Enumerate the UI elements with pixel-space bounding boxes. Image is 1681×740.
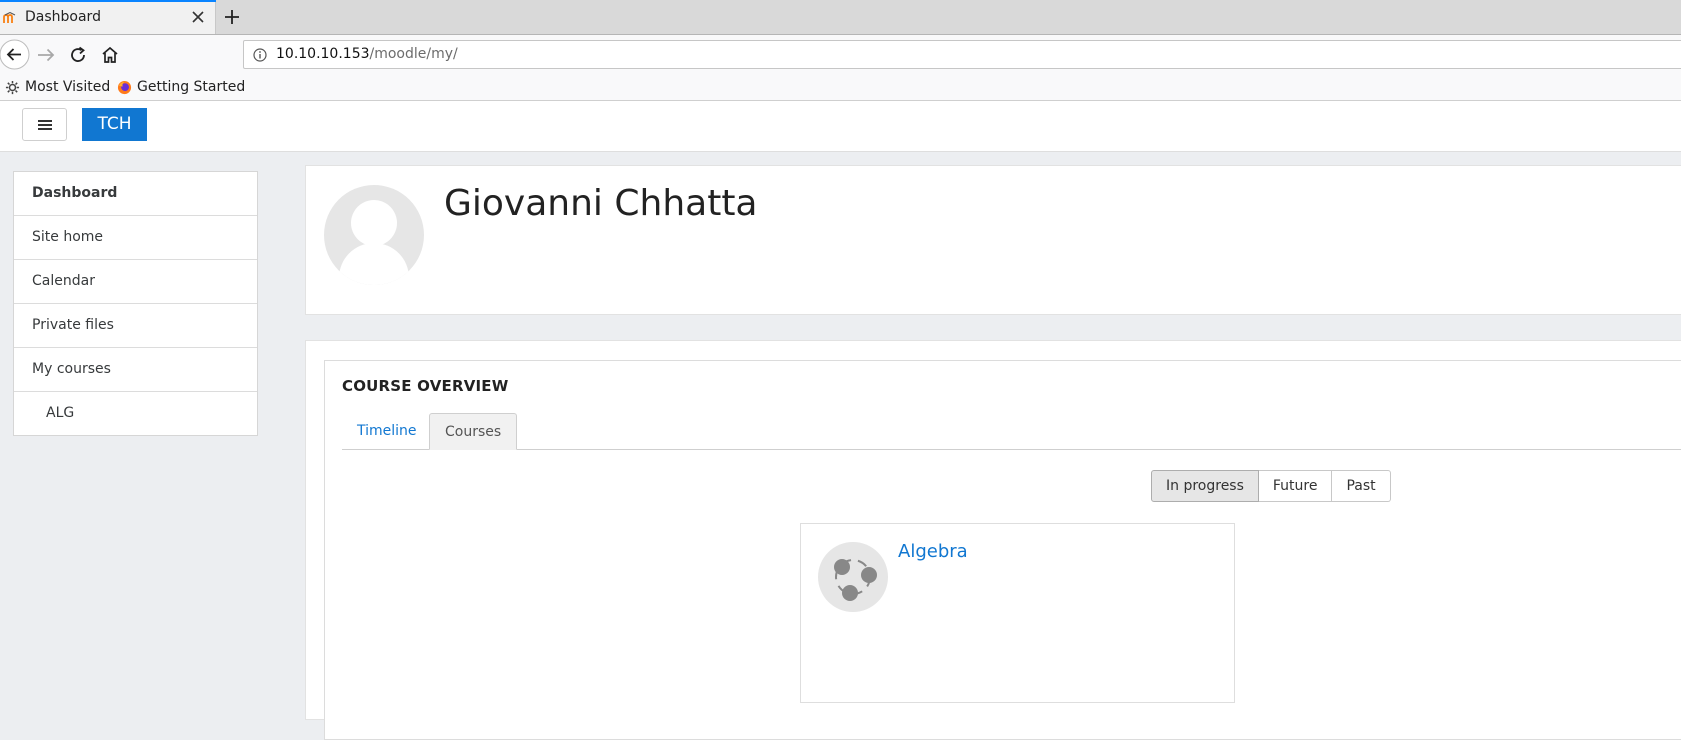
url-text: 10.10.10.153/moodle/my/ bbox=[276, 46, 458, 62]
nav-item-site-home[interactable]: Site home bbox=[14, 216, 257, 260]
filter-past-button[interactable]: Past bbox=[1332, 470, 1391, 502]
new-tab-icon[interactable] bbox=[224, 9, 240, 25]
nav-item-my-courses[interactable]: My courses bbox=[14, 348, 257, 392]
reload-icon[interactable] bbox=[66, 43, 90, 67]
page-title: Giovanni Chhatta bbox=[444, 183, 758, 224]
page-header: Giovanni Chhatta bbox=[305, 165, 1681, 315]
filter-future-button[interactable]: Future bbox=[1258, 470, 1333, 502]
browser-toolbar: 10.10.10.153/moodle/my/ bbox=[0, 35, 1681, 75]
tab-timeline[interactable]: Timeline bbox=[342, 413, 432, 450]
tab-courses[interactable]: Courses bbox=[429, 413, 518, 450]
active-tab-indicator bbox=[0, 0, 216, 2]
nav-drawer-toggle[interactable] bbox=[22, 108, 67, 141]
course-card: Algebra bbox=[800, 523, 1235, 703]
course-icon[interactable] bbox=[818, 542, 888, 612]
close-tab-icon[interactable] bbox=[191, 10, 205, 24]
site-header: TCH bbox=[0, 101, 1681, 152]
avatar[interactable] bbox=[324, 185, 424, 285]
nav-item-calendar[interactable]: Calendar bbox=[14, 260, 257, 304]
nav-item-course-alg[interactable]: ALG bbox=[14, 392, 257, 435]
course-filter-group: In progress Future Past bbox=[1151, 470, 1391, 502]
bookmark-label: Most Visited bbox=[25, 79, 111, 95]
url-path: /moodle/my/ bbox=[369, 46, 458, 62]
bookmark-label: Getting Started bbox=[137, 79, 246, 95]
moodle-favicon-icon bbox=[3, 12, 16, 23]
block-title: COURSE OVERVIEW bbox=[342, 377, 509, 395]
hamburger-line-icon bbox=[38, 124, 52, 126]
course-name-link[interactable]: Algebra bbox=[898, 541, 968, 562]
gear-icon bbox=[5, 80, 20, 94]
bookmark-most-visited[interactable]: Most Visited bbox=[5, 78, 110, 96]
browser-tab[interactable]: Dashboard bbox=[0, 0, 216, 34]
forward-button-icon[interactable] bbox=[34, 43, 58, 67]
firefox-icon bbox=[117, 80, 132, 94]
home-icon[interactable] bbox=[98, 43, 122, 67]
browser-tab-bar: Dashboard bbox=[0, 0, 1681, 35]
hamburger-line-icon bbox=[38, 120, 52, 122]
back-button-icon[interactable] bbox=[0, 39, 30, 70]
tabs-divider bbox=[342, 449, 1681, 450]
nav-drawer-list: Dashboard Site home Calendar Private fil… bbox=[13, 171, 258, 436]
region-main: COURSE OVERVIEW Timeline Courses In prog… bbox=[305, 340, 1681, 740]
hamburger-line-icon bbox=[38, 128, 52, 130]
avatar-head bbox=[351, 200, 397, 246]
url-host: 10.10.10.153 bbox=[276, 46, 370, 62]
site-brand-link[interactable]: TCH bbox=[82, 108, 147, 141]
filter-in-progress-button[interactable]: In progress bbox=[1151, 470, 1259, 502]
address-bar[interactable]: 10.10.10.153/moodle/my/ bbox=[243, 40, 1681, 69]
avatar-body bbox=[339, 243, 409, 285]
tab-title: Dashboard bbox=[25, 9, 101, 25]
main-region: Giovanni Chhatta COURSE OVERVIEW Timelin… bbox=[278, 152, 1681, 740]
bookmark-getting-started[interactable]: Getting Started bbox=[117, 78, 245, 96]
nav-item-dashboard[interactable]: Dashboard bbox=[14, 172, 257, 216]
course-overview-block: COURSE OVERVIEW Timeline Courses In prog… bbox=[324, 360, 1681, 740]
nav-item-private-files[interactable]: Private files bbox=[14, 304, 257, 348]
nav-drawer: Dashboard Site home Calendar Private fil… bbox=[0, 152, 278, 694]
bookmarks-bar: Most Visited Getting Started bbox=[0, 75, 1681, 101]
site-info-icon[interactable] bbox=[253, 48, 267, 62]
